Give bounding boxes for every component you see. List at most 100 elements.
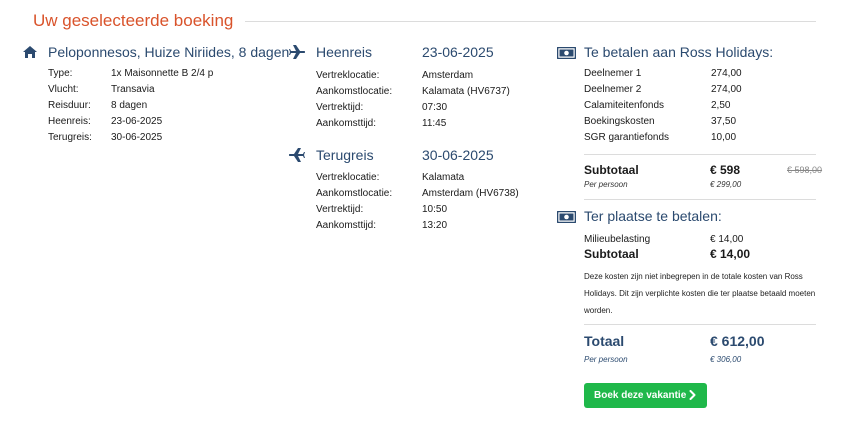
pay-local-title: Ter plaatse te betalen: [584, 208, 722, 224]
detail-label: Vertreklocatie: [316, 70, 380, 81]
detail-value: 30-06-2025 [111, 132, 163, 143]
detail-value: 07:30 [422, 102, 448, 113]
detail-label: Terugreis: [48, 132, 92, 143]
trip-details: Type: 1x Maisonnette B 2/4 p Vlucht: Trans… [48, 66, 213, 146]
detail-label: Vlucht: [48, 84, 79, 95]
pay-ross-items: Deelnemer 1 274,00 Deelnemer 2 274,00 Cala… [584, 66, 742, 146]
outbound-detail-row: Vertrektijd: 07:30 [316, 100, 510, 116]
cost-label: Boekingskosten [584, 116, 655, 127]
cost-label: Calamiteitenfonds [584, 100, 665, 111]
outbound-detail-row: Aankomsttijd: 11:45 [316, 116, 510, 132]
ross-per-person-value: € 299,00 [710, 180, 742, 189]
cost-label: SGR garantiefonds [584, 132, 670, 143]
detail-value: 10:50 [422, 204, 448, 215]
return-date: 30-06-2025 [422, 147, 494, 163]
detail-label: Aankomstlocatie: [316, 188, 393, 199]
total-value: € 612,00 [710, 333, 765, 349]
total-per-person-value: € 306,00 [710, 355, 742, 364]
ross-subtotal-label: Subtotaal [584, 163, 639, 177]
pay-local-header: Ter plaatse te betalen: [556, 208, 722, 224]
cost-label: Deelnemer 2 [584, 84, 642, 95]
outbound-header: Heenreis 23-06-2025 [289, 44, 494, 60]
cost-row: Deelnemer 1 274,00 [584, 66, 742, 82]
cost-value: 274,00 [711, 68, 742, 79]
detail-value: 1x Maisonnette B 2/4 p [111, 68, 214, 79]
return-detail-row: Aankomstlocatie: Amsterdam (HV6738) [316, 186, 519, 202]
money-icon [556, 210, 577, 224]
return-detail-row: Aankomsttijd: 13:20 [316, 218, 519, 234]
local-subtotal-label: Subtotaal [584, 247, 639, 261]
detail-label: Aankomsttijd: [316, 118, 377, 129]
return-detail-row: Vertreklocatie: Kalamata [316, 170, 519, 186]
cost-value: 37,50 [711, 116, 737, 127]
pay-ross-title: Te betalen aan Ross Holidays: [584, 44, 774, 60]
detail-value: 13:20 [422, 220, 448, 231]
chevron-right-icon [689, 390, 696, 403]
trip-detail-row: Type: 1x Maisonnette B 2/4 p [48, 66, 213, 82]
cost-value: 274,00 [711, 84, 742, 95]
detail-value: Transavia [111, 84, 155, 95]
outbound-date: 23-06-2025 [422, 44, 494, 60]
old-price: € 598,00 [787, 165, 823, 175]
detail-value: 11:45 [422, 118, 447, 129]
detail-value: 8 dagen [111, 100, 148, 111]
detail-label: Vertreklocatie: [316, 172, 380, 183]
detail-label: Aankomstlocatie: [316, 86, 393, 97]
cost-row: SGR garantiefonds 10,00 [584, 130, 742, 146]
outbound-detail-row: Aankomstlocatie: Kalamata (HV6737) [316, 84, 510, 100]
detail-label: Vertrektijd: [316, 102, 364, 113]
trip-detail-row: Terugreis: 30-06-2025 [48, 130, 213, 146]
detail-value: 23-06-2025 [111, 116, 163, 127]
cost-row: Calamiteitenfonds 2,50 [584, 98, 742, 114]
book-vacation-button[interactable]: Boek deze vakantie [584, 383, 707, 408]
return-details: Vertreklocatie: Kalamata Aankomstlocatie:… [316, 170, 519, 234]
plane-return-icon [288, 148, 305, 162]
total-per-person-label: Per persoon [584, 355, 628, 364]
header: Uw geselecteerde boeking [33, 10, 816, 32]
trip-detail-row: Heenreis: 23-06-2025 [48, 114, 213, 130]
divider [584, 199, 816, 200]
outbound-details: Vertreklocatie: Amsterdam Aankomstlocatie… [316, 68, 510, 132]
book-button-label: Boek deze vakantie [594, 390, 687, 401]
detail-value: Kalamata (HV6737) [422, 86, 510, 97]
divider [584, 324, 816, 325]
detail-value: Kalamata [422, 172, 465, 183]
local-subtotal-value: € 14,00 [710, 247, 751, 261]
ross-subtotal-value: € 598 [710, 163, 741, 177]
cost-value: 2,50 [711, 100, 731, 111]
cost-label: Deelnemer 1 [584, 68, 642, 79]
trip-detail-row: Vlucht: Transavia [48, 82, 213, 98]
detail-value: Amsterdam [422, 70, 474, 81]
trip-header: Peloponnesos, Huize Niriides, 8 dagen [22, 44, 289, 60]
page-title: Uw geselecteerde boeking [33, 11, 234, 30]
outbound-detail-row: Vertreklocatie: Amsterdam [316, 68, 510, 84]
detail-label: Reisduur: [48, 100, 91, 111]
plane-icon [289, 45, 306, 59]
money-icon [556, 46, 577, 60]
cost-row: Boekingskosten 37,50 [584, 114, 742, 130]
detail-value: Amsterdam (HV6738) [422, 188, 519, 199]
return-header: Terugreis 30-06-2025 [288, 147, 494, 163]
detail-label: Heenreis: [48, 116, 91, 127]
cost-row: Deelnemer 2 274,00 [584, 82, 742, 98]
pay-local-items: Milieubelasting € 14,00 [584, 232, 743, 248]
divider [584, 154, 816, 155]
ross-per-person-label: Per persoon [584, 180, 628, 189]
pay-ross-header: Te betalen aan Ross Holidays: [556, 44, 774, 60]
local-costs-note: Deze kosten zijn niet inbegrepen in de t… [584, 272, 816, 315]
trip-detail-row: Reisduur: 8 dagen [48, 98, 213, 114]
return-detail-row: Vertrektijd: 10:50 [316, 202, 519, 218]
cost-row: Milieubelasting € 14,00 [584, 232, 743, 248]
outbound-title: Heenreis [316, 44, 373, 60]
total-label: Totaal [584, 333, 625, 349]
detail-label: Vertrektijd: [316, 204, 364, 215]
trip-title: Peloponnesos, Huize Niriides, 8 dagen [48, 44, 290, 60]
home-icon [22, 45, 38, 59]
cost-label: Milieubelasting [584, 234, 651, 245]
detail-label: Aankomsttijd: [316, 220, 377, 231]
return-title: Terugreis [316, 147, 374, 163]
cost-value: 10,00 [711, 132, 737, 143]
title-divider [245, 20, 816, 22]
cost-value: € 14,00 [710, 234, 744, 245]
detail-label: Type: [48, 68, 73, 79]
